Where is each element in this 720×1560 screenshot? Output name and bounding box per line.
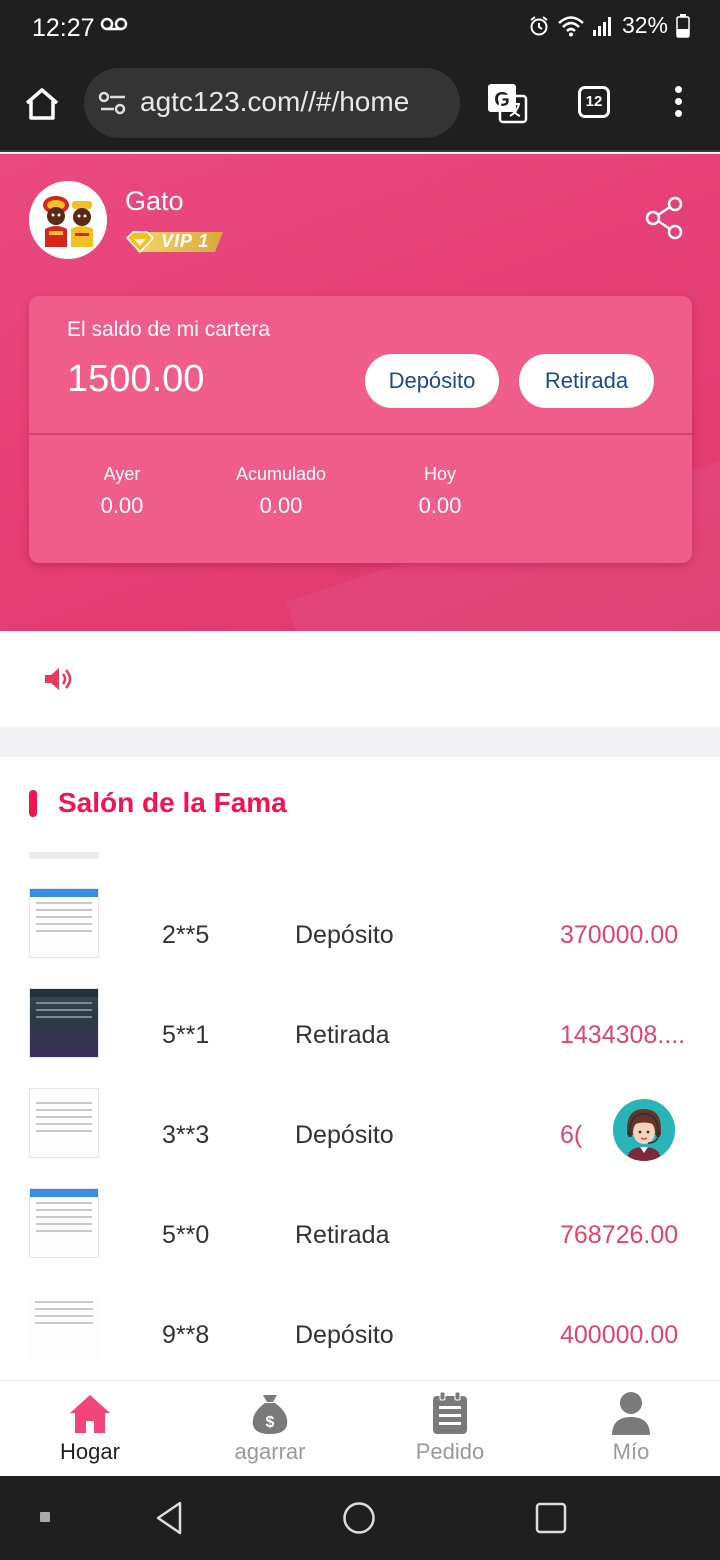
profile-header: Gato VIP 1 El saldo de mi cartera 1500.0… bbox=[0, 154, 720, 631]
nav-label: agarrar bbox=[234, 1439, 306, 1464]
row-type: Retirada bbox=[295, 1221, 390, 1249]
stat-value: 0.00 bbox=[418, 493, 462, 518]
svg-text:G: G bbox=[494, 89, 510, 111]
row-user: 5**1 bbox=[162, 1021, 210, 1049]
translate-icon[interactable]: G bbox=[486, 82, 528, 124]
status-icons: 32% bbox=[528, 12, 690, 39]
nav-label: Pedido bbox=[415, 1439, 485, 1464]
voicemail-icon bbox=[100, 17, 128, 31]
status-time: 12:27 bbox=[32, 14, 95, 42]
list-item[interactable]: 3**3 Depósito 6( bbox=[0, 1088, 720, 1188]
system-navigation-bar bbox=[0, 1476, 720, 1560]
receipt-thumbnail bbox=[29, 1288, 99, 1358]
avatar[interactable] bbox=[29, 181, 107, 259]
stat-today: Hoy 0.00 bbox=[380, 464, 500, 519]
row-amount: 1434308.... bbox=[560, 1021, 686, 1049]
url-text[interactable]: agtc123.com//#/home bbox=[140, 86, 409, 118]
nav-item-grab[interactable]: $ agarrar bbox=[200, 1391, 340, 1465]
svg-text:$: $ bbox=[266, 1414, 275, 1431]
stat-label: Acumulado bbox=[235, 464, 327, 484]
nav-label: Hogar bbox=[60, 1439, 120, 1464]
wallet-card: El saldo de mi cartera 1500.00 Depósito … bbox=[29, 296, 692, 563]
browser-toolbar: agtc123.com//#/home G 12 bbox=[0, 58, 720, 152]
section-title: Salón de la Fama bbox=[58, 787, 287, 818]
section-marker bbox=[29, 790, 37, 817]
tabs-icon[interactable]: 12 bbox=[578, 86, 610, 118]
nav-item-orders[interactable]: Pedido bbox=[380, 1391, 520, 1465]
stat-value: 0.00 bbox=[259, 493, 303, 518]
share-icon[interactable] bbox=[644, 196, 684, 240]
row-type: Depósito bbox=[295, 1121, 394, 1149]
row-type: Depósito bbox=[295, 1321, 394, 1349]
row-user: 2**5 bbox=[162, 921, 210, 949]
deposit-button[interactable]: Depósito bbox=[365, 354, 499, 408]
battery-icon bbox=[676, 13, 690, 38]
list-item[interactable]: 5**1 Retirada 1434308.... bbox=[0, 988, 720, 1088]
alarm-icon bbox=[530, 15, 548, 35]
home-icon[interactable] bbox=[22, 84, 62, 124]
hall-of-fame: Salón de la Fama 2**5 Depósito 370000.00… bbox=[0, 757, 720, 1387]
wifi-icon bbox=[558, 15, 584, 36]
row-type: Retirada bbox=[295, 1021, 390, 1049]
home-circle-icon[interactable] bbox=[342, 1501, 376, 1535]
divider bbox=[29, 433, 692, 435]
stat-label: Ayer bbox=[103, 464, 141, 484]
wallet-balance: 1500.00 bbox=[67, 358, 205, 400]
stat-label: Hoy bbox=[423, 464, 456, 484]
list-item[interactable]: 2**5 Depósito 370000.00 bbox=[0, 888, 720, 988]
withdraw-button[interactable]: Retirada bbox=[519, 354, 654, 408]
row-user: 5**0 bbox=[162, 1221, 210, 1249]
keyboard-dot-icon bbox=[40, 1512, 50, 1522]
vip-badge: VIP 1 bbox=[125, 230, 223, 254]
username: Gato bbox=[125, 186, 184, 216]
user-icon bbox=[612, 1392, 650, 1435]
back-icon[interactable] bbox=[154, 1501, 184, 1535]
row-user: 9**8 bbox=[162, 1321, 210, 1349]
row-amount: 370000.00 bbox=[560, 921, 679, 949]
support-agent-icon bbox=[613, 1099, 675, 1161]
announcement-bar[interactable] bbox=[0, 631, 720, 727]
clipboard-icon bbox=[433, 1391, 467, 1434]
vip-label: VIP 1 bbox=[161, 231, 210, 251]
nav-label: Mío bbox=[612, 1439, 650, 1464]
signal-icon bbox=[592, 16, 611, 36]
row-user: 3**3 bbox=[162, 1121, 210, 1149]
receipt-thumbnail bbox=[29, 888, 99, 958]
more-menu-icon[interactable] bbox=[670, 86, 686, 122]
customer-support-button[interactable] bbox=[613, 1099, 675, 1161]
row-amount: 768726.00 bbox=[560, 1221, 679, 1249]
stat-accumulated: Acumulado 0.00 bbox=[221, 464, 341, 519]
stat-yesterday: Ayer 0.00 bbox=[62, 464, 182, 519]
bottom-navigation: Hogar $ agarrar Pedido Mío bbox=[0, 1380, 720, 1476]
money-bag-icon: $ bbox=[252, 1395, 288, 1434]
row-amount: 400000.00 bbox=[560, 1321, 679, 1349]
nav-item-home[interactable]: Hogar bbox=[20, 1391, 160, 1465]
list-item[interactable]: 9**8 Depósito 400000.00 bbox=[0, 1288, 720, 1387]
speaker-icon bbox=[45, 668, 72, 690]
nav-item-mine[interactable]: Mío bbox=[561, 1391, 701, 1465]
row-type: Depósito bbox=[295, 921, 394, 949]
stat-value: 0.00 bbox=[100, 493, 144, 518]
wallet-label: El saldo de mi cartera bbox=[67, 318, 271, 341]
battery-percent: 32% bbox=[621, 12, 668, 38]
list-item[interactable]: 5**0 Retirada 768726.00 bbox=[0, 1188, 720, 1288]
site-settings-icon[interactable] bbox=[98, 90, 128, 116]
receipt-thumbnail bbox=[29, 1088, 99, 1158]
url-bar[interactable]: agtc123.com//#/home bbox=[84, 68, 460, 138]
home-icon bbox=[70, 1395, 110, 1433]
receipt-thumbnail bbox=[29, 1188, 99, 1258]
receipt-thumbnail bbox=[29, 988, 99, 1058]
recents-icon[interactable] bbox=[534, 1501, 568, 1535]
status-bar: 12:27 32% bbox=[0, 0, 720, 58]
